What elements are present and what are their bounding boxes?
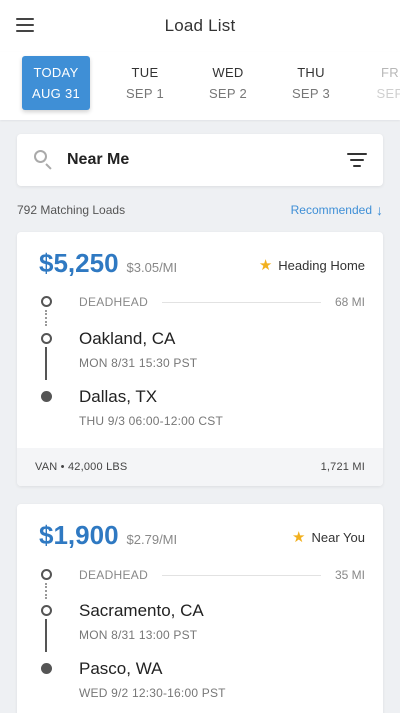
rate-per-mile: $2.79/MI bbox=[126, 532, 178, 547]
star-icon: ★ bbox=[292, 529, 306, 546]
rate-per-mile: $3.05/MI bbox=[126, 260, 178, 275]
load-tag: ★ Near You bbox=[292, 528, 365, 546]
load-card[interactable]: $5,250 $3.05/MI ★ Heading Home DEADHEAD … bbox=[17, 232, 383, 486]
divider bbox=[162, 574, 321, 576]
origin-time: MON 8/31 13:00 PST bbox=[79, 628, 198, 642]
arrow-down-icon: ↓ bbox=[376, 202, 383, 218]
deadhead-label: DEADHEAD bbox=[79, 295, 149, 309]
price-row: $5,250 $3.05/MI bbox=[39, 248, 177, 279]
origin-city: Sacramento, CA bbox=[79, 601, 204, 620]
destination-node bbox=[41, 663, 52, 674]
date-tab-date: AUG 31 bbox=[31, 86, 81, 101]
search-bar bbox=[17, 134, 383, 186]
tag-label: Heading Home bbox=[278, 257, 365, 273]
app-header: Load List bbox=[0, 0, 400, 52]
load-card[interactable]: $1,900 $2.79/MI ★ Near You DEADHEAD 35 M… bbox=[17, 504, 383, 713]
origin-time: MON 8/31 15:30 PST bbox=[79, 356, 198, 370]
price-row: $1,900 $2.79/MI bbox=[39, 520, 177, 551]
date-tab-fri[interactable]: FR SEP bbox=[356, 56, 400, 110]
deadhead-miles: 68 MI bbox=[334, 295, 365, 309]
destination-time: WED 9/2 12:30-16:00 PST bbox=[79, 686, 226, 700]
date-tab-date: SEP 2 bbox=[208, 86, 248, 101]
origin-node bbox=[41, 605, 52, 616]
deadhead-row: DEADHEAD 35 MI bbox=[79, 568, 365, 582]
page-title: Load List bbox=[164, 16, 236, 35]
trip-distance: 1,721 MI bbox=[320, 461, 365, 473]
deadhead-node bbox=[41, 296, 52, 307]
deadhead-label: DEADHEAD bbox=[79, 568, 149, 582]
deadhead-node bbox=[41, 569, 52, 580]
date-tab-day: THU bbox=[297, 65, 325, 80]
destination-node bbox=[41, 391, 52, 402]
results-count: 792 Matching Loads bbox=[17, 203, 126, 217]
date-tab-date: SEP 3 bbox=[291, 86, 331, 101]
hamburger-icon[interactable] bbox=[16, 18, 34, 32]
card-footer: VAN • 42,000 LBS 1,721 MI bbox=[17, 448, 383, 486]
load-tag: ★ Heading Home bbox=[259, 256, 365, 274]
sort-button[interactable]: Recommended ↓ bbox=[291, 202, 383, 218]
date-tab-wed[interactable]: WED SEP 2 bbox=[194, 56, 262, 110]
date-tab-day: TUE bbox=[131, 65, 159, 80]
star-icon: ★ bbox=[258, 257, 273, 274]
route-line bbox=[45, 619, 47, 652]
dotted-connector bbox=[45, 310, 47, 326]
filter-icon[interactable] bbox=[347, 153, 367, 167]
divider bbox=[162, 301, 321, 303]
deadhead-miles: 35 MI bbox=[334, 568, 365, 582]
date-tab-today[interactable]: TODAY AUG 31 bbox=[22, 56, 90, 110]
destination-city: Pasco, WA bbox=[79, 659, 163, 678]
route-line bbox=[45, 347, 47, 380]
equipment-weight: VAN • 42,000 LBS bbox=[35, 461, 128, 473]
dotted-connector bbox=[45, 583, 47, 599]
origin-city: Oakland, CA bbox=[79, 329, 176, 348]
date-tab-thu[interactable]: THU SEP 3 bbox=[277, 56, 345, 110]
search-input[interactable] bbox=[67, 151, 347, 169]
date-selector: TODAY AUG 31 TUE SEP 1 WED SEP 2 THU SEP… bbox=[0, 52, 400, 120]
destination-time: THU 9/3 06:00-12:00 CST bbox=[79, 414, 224, 428]
tag-label: Near You bbox=[311, 529, 366, 545]
deadhead-row: DEADHEAD 68 MI bbox=[79, 295, 365, 309]
load-price: $1,900 bbox=[39, 520, 119, 550]
date-tab-day: FR bbox=[381, 65, 399, 80]
date-tab-date: SEP 1 bbox=[125, 86, 165, 101]
search-icon bbox=[33, 149, 55, 171]
results-summary: 792 Matching Loads Recommended ↓ bbox=[17, 200, 383, 220]
load-price: $5,250 bbox=[39, 248, 119, 278]
date-tab-day: WED bbox=[212, 65, 244, 80]
sort-label: Recommended bbox=[290, 203, 372, 217]
date-tab-day: TODAY bbox=[33, 65, 79, 80]
destination-city: Dallas, TX bbox=[79, 387, 158, 406]
origin-node bbox=[41, 333, 52, 344]
date-tab-date: SEP bbox=[376, 86, 400, 101]
date-tab-tue[interactable]: TUE SEP 1 bbox=[111, 56, 179, 110]
